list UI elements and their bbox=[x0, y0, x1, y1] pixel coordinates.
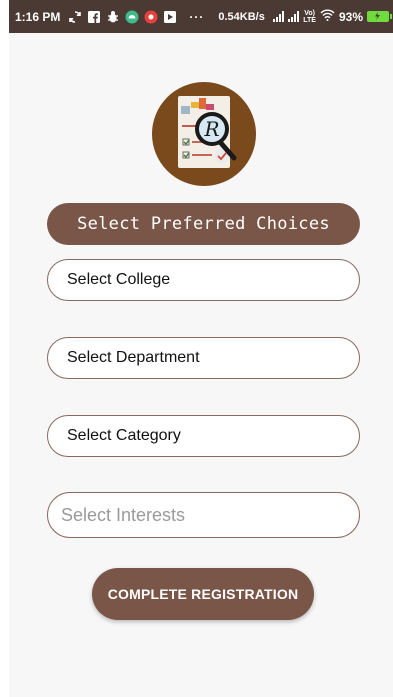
status-bar: 1:16 PM ··· 0.54KB/s Vo) LTE 93% bbox=[9, 0, 393, 33]
volte-top-text: Vo) bbox=[304, 9, 315, 17]
college-selector-label: Select College bbox=[67, 271, 171, 288]
page-title: Select Preferred Choices bbox=[47, 203, 360, 245]
more-notifications-indicator: ··· bbox=[189, 9, 205, 24]
signal-icon bbox=[273, 11, 285, 22]
department-selector[interactable]: Select Department bbox=[47, 337, 360, 379]
status-right-group: Vo) LTE 93% bbox=[273, 9, 392, 24]
category-selector-label: Select Category bbox=[67, 427, 181, 444]
sync-icon bbox=[68, 10, 82, 24]
battery-icon bbox=[367, 11, 392, 22]
logo-letter: R bbox=[203, 117, 219, 141]
volte-bottom-text: LTE bbox=[303, 16, 316, 24]
document-search-icon: R bbox=[178, 96, 237, 168]
facebook-icon bbox=[87, 10, 101, 24]
app-notification-icon bbox=[144, 10, 158, 24]
status-time: 1:16 PM bbox=[15, 9, 61, 24]
android-icon bbox=[125, 10, 139, 24]
app-logo: R bbox=[152, 82, 256, 186]
notification-icons bbox=[68, 10, 177, 24]
volte-indicator: Vo) LTE bbox=[303, 10, 316, 24]
wifi-icon bbox=[320, 9, 335, 24]
app-screen: 1:16 PM ··· 0.54KB/s Vo) LTE 93% R Selec… bbox=[9, 0, 393, 697]
network-speed: 0.54KB/s bbox=[218, 10, 265, 23]
interests-field[interactable] bbox=[47, 492, 360, 538]
interests-input[interactable] bbox=[59, 503, 343, 527]
college-selector[interactable]: Select College bbox=[47, 259, 360, 301]
battery-percent: 93% bbox=[338, 9, 363, 24]
play-store-icon bbox=[163, 10, 177, 24]
department-selector-label: Select Department bbox=[67, 349, 200, 366]
category-selector[interactable]: Select Category bbox=[47, 415, 360, 457]
bug-icon bbox=[106, 10, 120, 24]
signal-icon bbox=[288, 11, 300, 22]
complete-registration-button[interactable]: COMPLETE REGISTRATION bbox=[92, 568, 314, 620]
